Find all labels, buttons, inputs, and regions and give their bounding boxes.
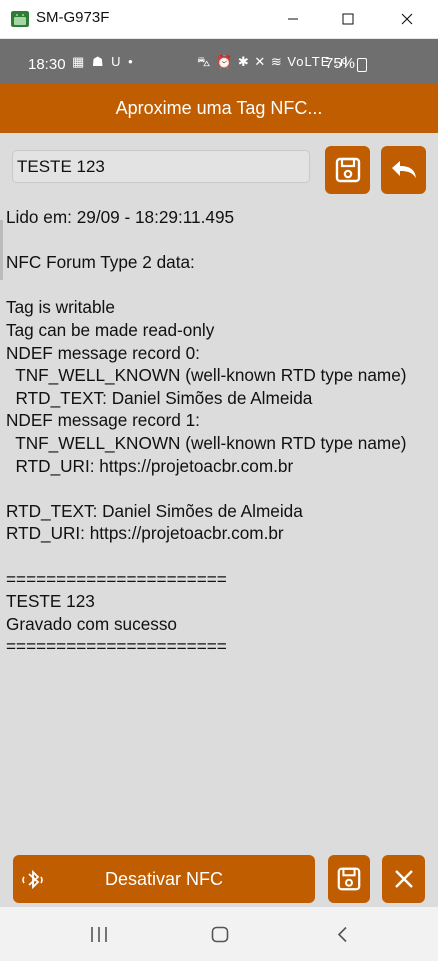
log-line: TNF_WELL_KNOWN (well-known RTD type name…: [6, 365, 407, 386]
android-app-icon: [11, 11, 29, 27]
battery-level: 75%: [325, 55, 356, 72]
log-line: Tag is writable: [6, 297, 115, 318]
toggle-nfc-button[interactable]: Desativar NFC: [13, 855, 315, 903]
maximize-button[interactable]: [319, 0, 377, 38]
home-icon[interactable]: [211, 926, 229, 943]
notification-icons: ▦ ☗ U •: [72, 54, 135, 69]
bluetooth-nfc-icon: [22, 869, 43, 890]
log-line: NFC Forum Type 2 data:: [6, 252, 195, 273]
log-line: NDEF message record 1:: [6, 410, 200, 431]
save-icon: [337, 867, 361, 891]
minimize-icon: [288, 18, 298, 20]
app-header: Aproxime uma Tag NFC...: [0, 83, 438, 133]
footer-close-button[interactable]: [382, 855, 425, 903]
log-line: NDEF message record 0:: [6, 342, 200, 363]
log-line: Gravado com sucesso: [6, 613, 177, 634]
log-line: RTD_URI: https://projetoacbr.com.br: [6, 523, 284, 544]
log-line: RTD_TEXT: Daniel Simões de Almeida: [6, 500, 303, 521]
close-window-button[interactable]: [378, 0, 436, 38]
back-icon[interactable]: [336, 926, 348, 943]
status-bar: 18:30 ▦ ☗ U • ⛍ ⏰ ✱ ✕ ≋ VoLTE .ıl 75%: [0, 39, 438, 83]
log-line: RTD_TEXT: Daniel Simões de Almeida: [6, 387, 313, 408]
nfc-log-output: Lido em: 29/09 - 18:29:11.495 NFC Forum …: [6, 206, 436, 658]
log-line: Lido em: 29/09 - 18:29:11.495: [6, 207, 235, 227]
navigation-bar: [0, 907, 438, 961]
text-to-write-input[interactable]: TESTE 123: [12, 150, 310, 183]
close-icon: [394, 870, 413, 888]
scroll-edge-indicator: [0, 220, 3, 280]
undo-button[interactable]: [381, 146, 426, 194]
status-time: 18:30: [28, 56, 66, 73]
log-line: RTD_URI: https://projetoacbr.com.br: [6, 455, 294, 476]
maximize-icon: [342, 13, 354, 25]
recent-apps-icon[interactable]: [90, 926, 108, 943]
log-line: Tag can be made read-only: [6, 319, 215, 340]
save-button[interactable]: [325, 146, 370, 194]
footer-save-button[interactable]: [328, 855, 370, 903]
toggle-nfc-label: Desativar NFC: [104, 868, 224, 889]
undo-icon: [391, 161, 416, 178]
close-icon: [401, 13, 413, 25]
save-icon: [335, 157, 360, 183]
log-line: TNF_WELL_KNOWN (well-known RTD type name…: [6, 432, 407, 453]
log-line: TESTE 123: [6, 591, 95, 612]
app-header-title: Aproxime uma Tag NFC...: [115, 97, 323, 118]
minimize-button[interactable]: [264, 0, 322, 38]
log-line: ======================: [6, 636, 227, 657]
window-titlebar: SM-G973F: [0, 0, 438, 39]
log-line: ======================: [6, 568, 227, 589]
window-title: SM-G973F: [36, 9, 110, 26]
battery-icon: [357, 58, 367, 72]
